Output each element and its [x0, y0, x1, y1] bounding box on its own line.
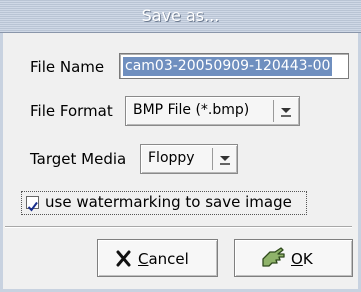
chevron-down-icon[interactable] [216, 148, 234, 170]
save-as-dialog: Save as... File Name cam03-20050909-1204… [0, 0, 361, 292]
dropdown-separator [273, 100, 274, 122]
file-format-selected: BMP File (*.bmp) [133, 102, 250, 118]
chevron-down-icon[interactable] [277, 100, 295, 122]
checkmark-icon [27, 201, 38, 212]
cancel-label: Cancel [138, 250, 189, 268]
target-media-dropdown[interactable]: Floppy [140, 144, 238, 174]
file-format-label: File Format [30, 102, 113, 120]
window-title: Save as... [141, 6, 220, 25]
target-media-label: Target Media [30, 150, 127, 168]
file-format-dropdown[interactable]: BMP File (*.bmp) [125, 96, 300, 126]
button-separator [5, 226, 352, 228]
ok-button[interactable]: OK [234, 239, 353, 277]
file-name-label: File Name [30, 58, 105, 76]
hand-pointer-icon [262, 247, 285, 267]
watermark-checkbox[interactable] [26, 196, 39, 212]
x-cross-icon [116, 250, 131, 267]
dropdown-separator [212, 148, 213, 170]
window-title-bar[interactable]: Save as... [0, 0, 361, 33]
file-name-value: cam03-20050909-120443-00 [123, 57, 333, 76]
ok-label: OK [291, 250, 313, 268]
file-name-input[interactable]: cam03-20050909-120443-00 [119, 53, 349, 79]
watermark-label: use watermarking to save image [45, 193, 292, 211]
target-media-selected: Floppy [148, 150, 195, 166]
watermark-option[interactable]: use watermarking to save image [21, 191, 307, 215]
cancel-button[interactable]: Cancel [97, 239, 218, 277]
